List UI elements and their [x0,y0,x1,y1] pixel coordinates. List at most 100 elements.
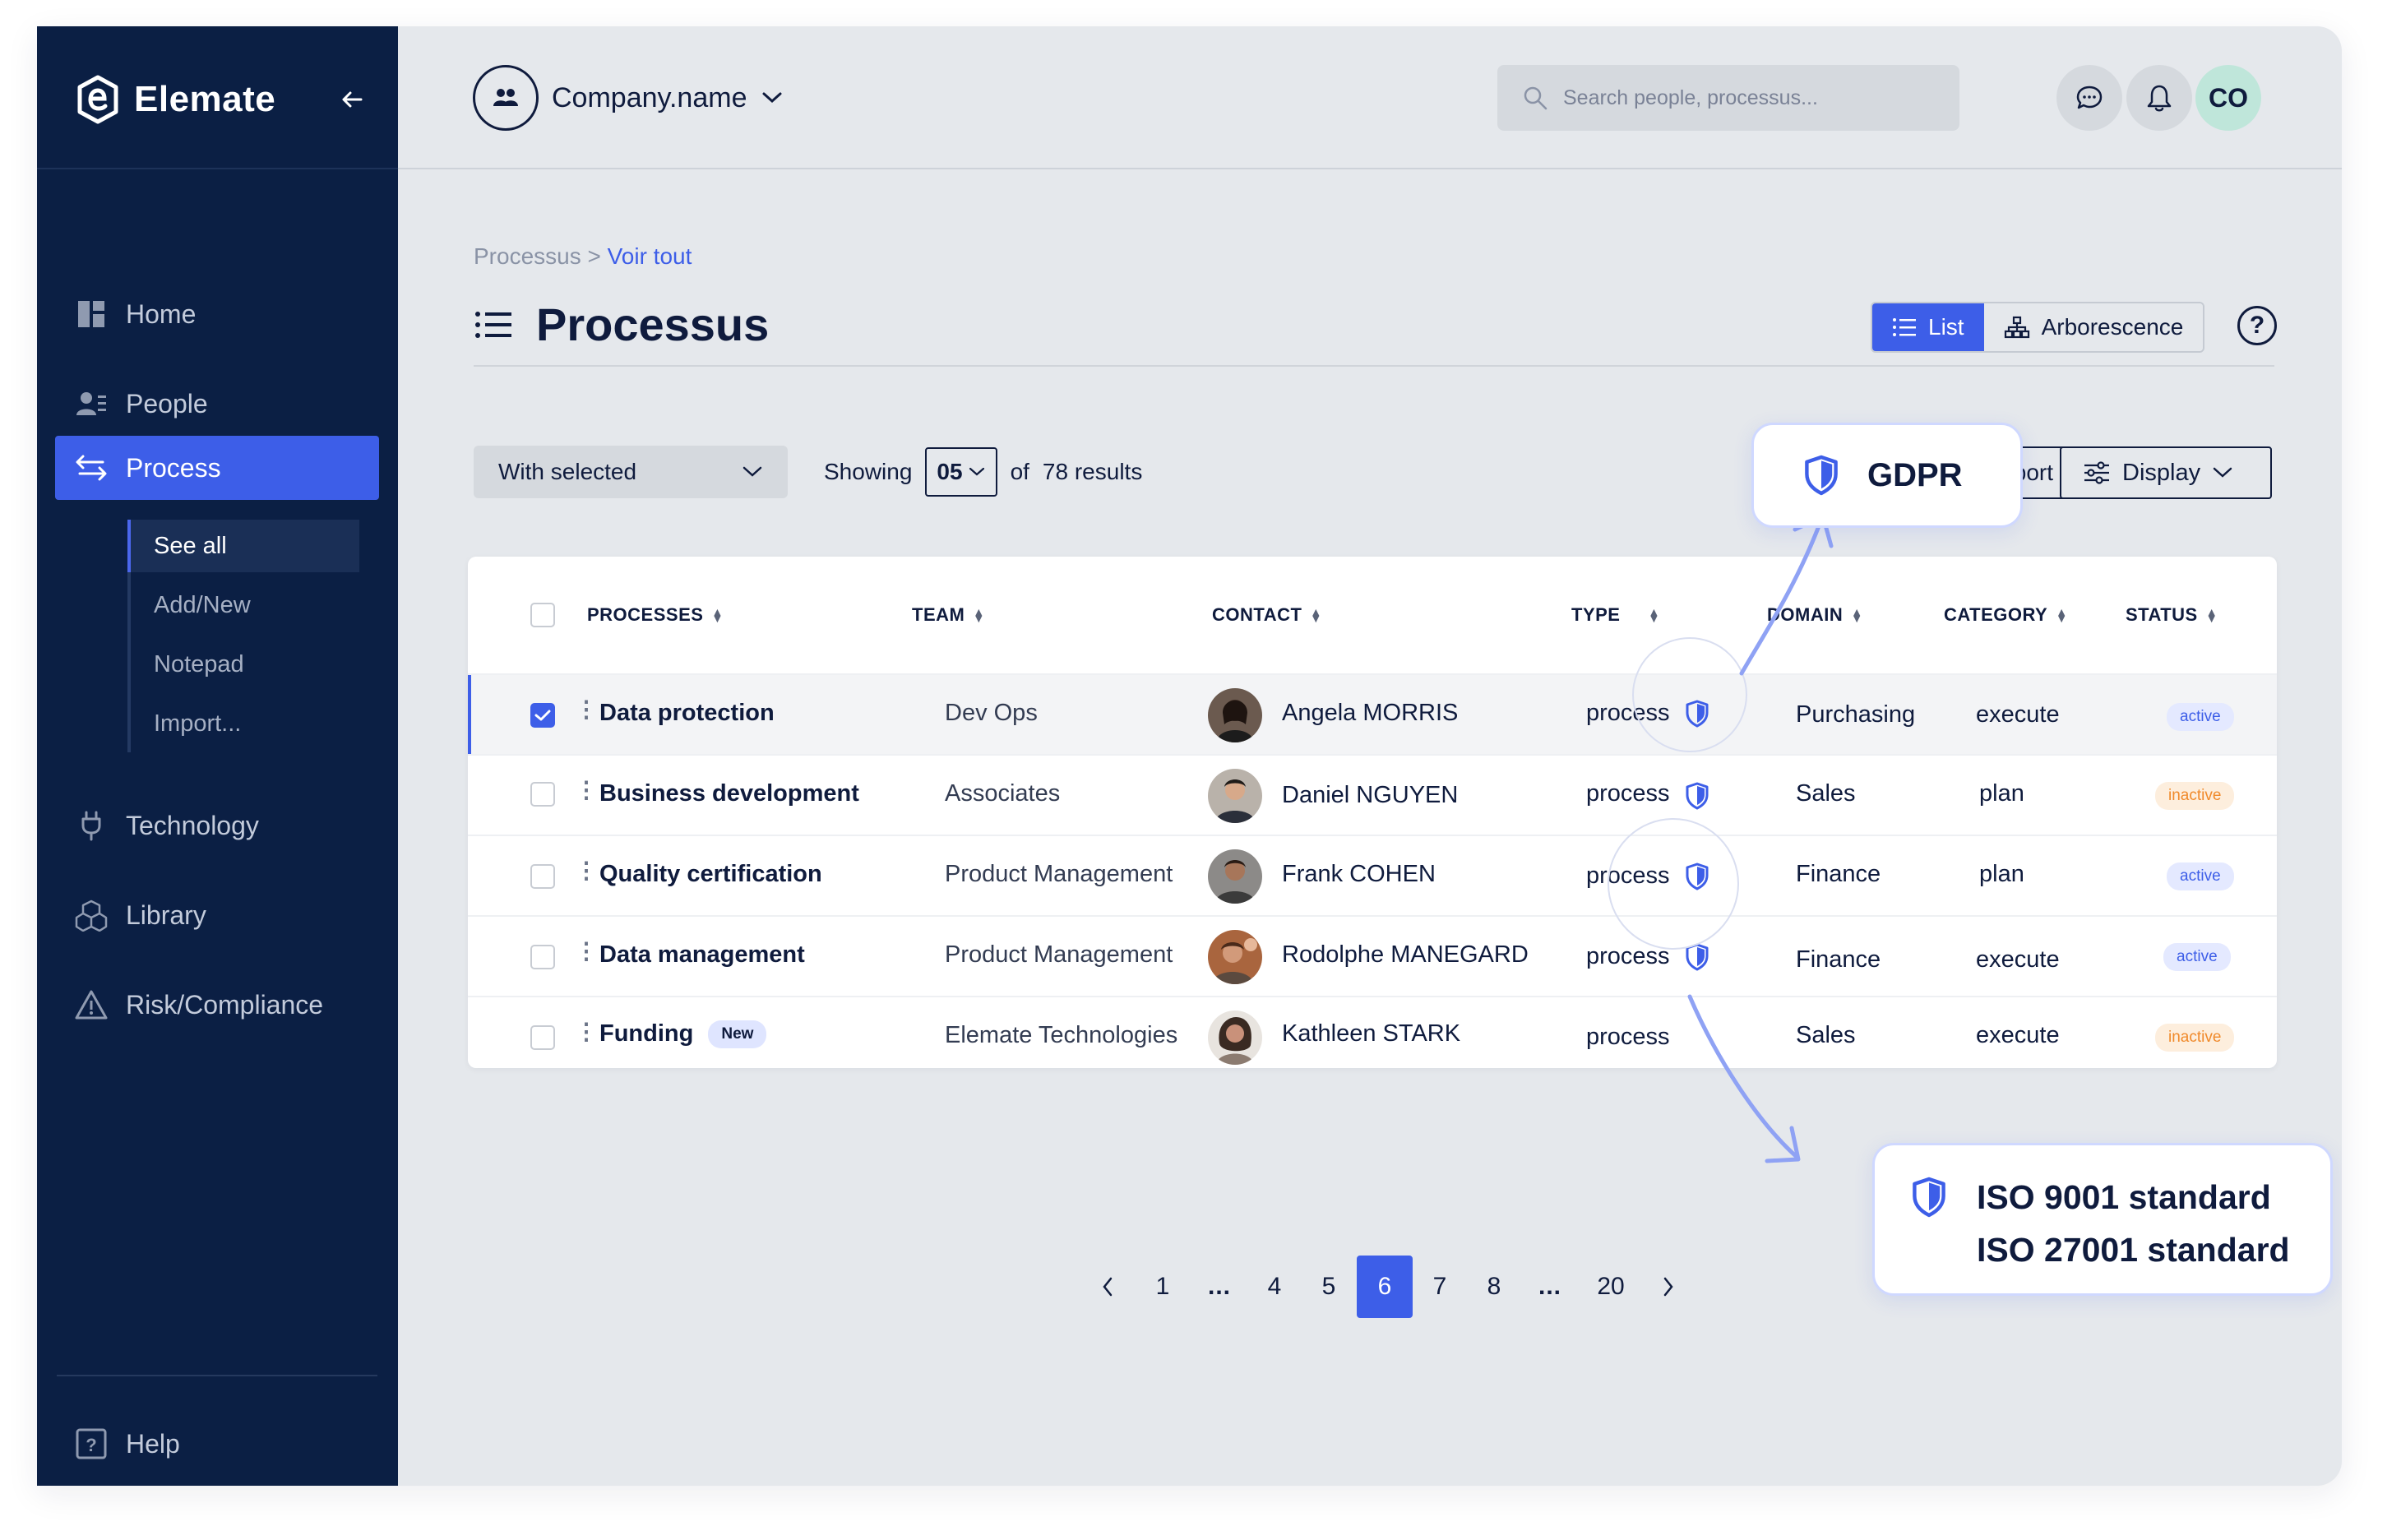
row-menu-handle[interactable]: ⋮ [575,940,598,963]
column-header-category[interactable]: CATEGORY ▲ ▼ [1944,604,2068,626]
sort-icon: ▲ ▼ [711,605,724,625]
search-input[interactable] [1563,86,1933,110]
list-icon [1893,318,1916,336]
chevron-left-icon [1103,1277,1113,1297]
contact-name[interactable]: Kathleen STARK [1282,1020,1460,1047]
row-checkbox[interactable] [530,782,555,807]
notifications-button[interactable] [2126,65,2192,131]
breadcrumb-current[interactable]: Voir tout [608,243,692,269]
process-type: process [1586,1024,1670,1050]
subnav-item-notepad[interactable]: Notepad [129,638,359,691]
breadcrumb-parent[interactable]: Processus [474,243,581,269]
chevron-down-icon [743,466,762,477]
sort-icon: ▲ ▼ [1648,605,1660,625]
iso-9001-label: ISO 9001 standard [1977,1178,2271,1216]
next-page-button[interactable] [1640,1256,1696,1318]
status-badge: inactive [2155,1024,2235,1052]
column-header-status[interactable]: STATUS ▲ ▼ [2126,604,2218,626]
sort-icon: ▲ ▼ [973,605,985,625]
subnav-item-import[interactable]: Import... [129,697,359,750]
view-tree-label: Arborescence [2041,314,2184,340]
contact-name[interactable]: Frank COHEN [1282,861,1436,888]
subnav-item-add-new[interactable]: Add/New [129,579,359,631]
shield-icon [1805,455,1838,496]
page-button[interactable]: 4 [1247,1256,1302,1318]
sidebar-item-home[interactable]: Home [55,282,379,346]
row-menu-handle[interactable]: ⋮ [575,1020,598,1043]
highlight-ring [1632,637,1747,752]
gdpr-label: GDPR [1867,456,1963,493]
collapse-sidebar-icon[interactable] [338,86,366,113]
page-button-current[interactable]: 6 [1357,1256,1413,1318]
row-checkbox[interactable] [530,1025,555,1050]
column-header-contact[interactable]: CONTACT ▲ ▼ [1212,604,1322,626]
view-list-label: List [1928,314,1964,340]
process-table: PROCESSES ▲ ▼ TEAM ▲ ▼ CONTACT ▲ ▼ TYPE ▲ ▼ DOMA… [468,557,2277,1068]
sidebar-item-people[interactable]: People [55,372,379,436]
table-row[interactable]: ⋮ Data protection Dev Ops Angela MORRIS … [468,673,2277,754]
domain: Purchasing [1796,701,1916,728]
page-button[interactable]: 1 [1135,1256,1191,1318]
contact-name[interactable]: Angela MORRIS [1282,700,1458,727]
sidebar-item-label: Technology [126,810,259,840]
chevron-down-icon [762,92,781,104]
shield-icon [1913,1177,1945,1218]
sidebar-item-library[interactable]: Library [55,883,379,947]
process-name[interactable]: Business development [599,780,859,807]
table-row[interactable]: ⋮ Funding New Elemate Technologies Kathle… [468,996,2277,1068]
search-box[interactable] [1497,65,1959,131]
process-name[interactable]: Quality certification [599,861,822,888]
display-button[interactable]: Display [2060,446,2272,499]
row-checkbox[interactable] [530,703,555,728]
category: execute [1976,1022,2060,1048]
company-switcher[interactable]: Company.name [473,65,784,131]
select-all-checkbox[interactable] [530,603,555,627]
category: execute [1976,701,2060,728]
sidebar-item-technology[interactable]: Technology [55,793,379,858]
page-button[interactable]: 7 [1412,1256,1468,1318]
column-header-team[interactable]: TEAM ▲ ▼ [912,604,985,626]
row-menu-handle[interactable]: ⋮ [575,779,598,802]
row-menu-handle[interactable]: ⋮ [575,698,598,721]
column-header-type[interactable]: TYPE ▲ ▼ [1571,604,1660,626]
team-name: Dev Ops [945,700,1038,726]
process-name[interactable]: Data management [599,941,805,969]
view-list-button[interactable]: List [1872,303,1984,351]
help-button[interactable]: ? [2237,306,2277,345]
table-row[interactable]: ⋮ Business development Associates Daniel… [468,754,2277,835]
page-button[interactable]: 5 [1301,1256,1357,1318]
table-row[interactable]: ⋮ Data management Product Management Rod… [468,915,2277,996]
row-checkbox[interactable] [530,945,555,969]
with-selected-dropdown[interactable]: With selected [474,446,788,498]
row-menu-handle[interactable]: ⋮ [575,859,598,882]
contact-name[interactable]: Rodolphe MANEGARD [1282,941,1529,969]
row-checkbox[interactable] [530,864,555,889]
column-header-processes[interactable]: PROCESSES ▲ ▼ [587,604,724,626]
list-icon [475,311,511,338]
column-header-domain[interactable]: DOMAIN ▲ ▼ [1767,604,1863,626]
table-row[interactable]: ⋮ Quality certification Product Manageme… [468,835,2277,915]
process-name[interactable]: Data protection [599,700,775,727]
per-page-select[interactable]: 05 [925,447,997,497]
page-button[interactable]: 8 [1466,1256,1522,1318]
messages-button[interactable] [2056,65,2122,131]
view-tree-button[interactable]: Arborescence [1983,303,2204,351]
prev-page-button[interactable] [1080,1256,1136,1318]
sidebar-item-label: Library [126,899,206,930]
process-name-text: Funding [599,1020,694,1047]
page-button[interactable]: 20 [1583,1256,1639,1318]
user-avatar[interactable]: CO [2195,65,2261,131]
contact-name[interactable]: Daniel NGUYEN [1282,782,1458,809]
status-badge: active [2167,862,2234,890]
sidebar-item-help[interactable]: ? Help [55,1412,379,1476]
shield-icon[interactable] [1685,782,1709,810]
subnav-item-see-all[interactable]: See all [127,520,359,572]
group-icon [493,89,518,106]
check-icon [534,710,551,721]
sidebar: Elemate Home People Process See all Add/… [37,26,398,1486]
process-name[interactable]: Funding New [599,1020,767,1049]
sidebar-item-process[interactable]: Process [55,436,379,500]
sidebar-item-risk-compliance[interactable]: Risk/Compliance [55,973,379,1037]
brand[interactable]: Elemate [75,74,275,125]
team-name: Product Management [945,861,1173,887]
